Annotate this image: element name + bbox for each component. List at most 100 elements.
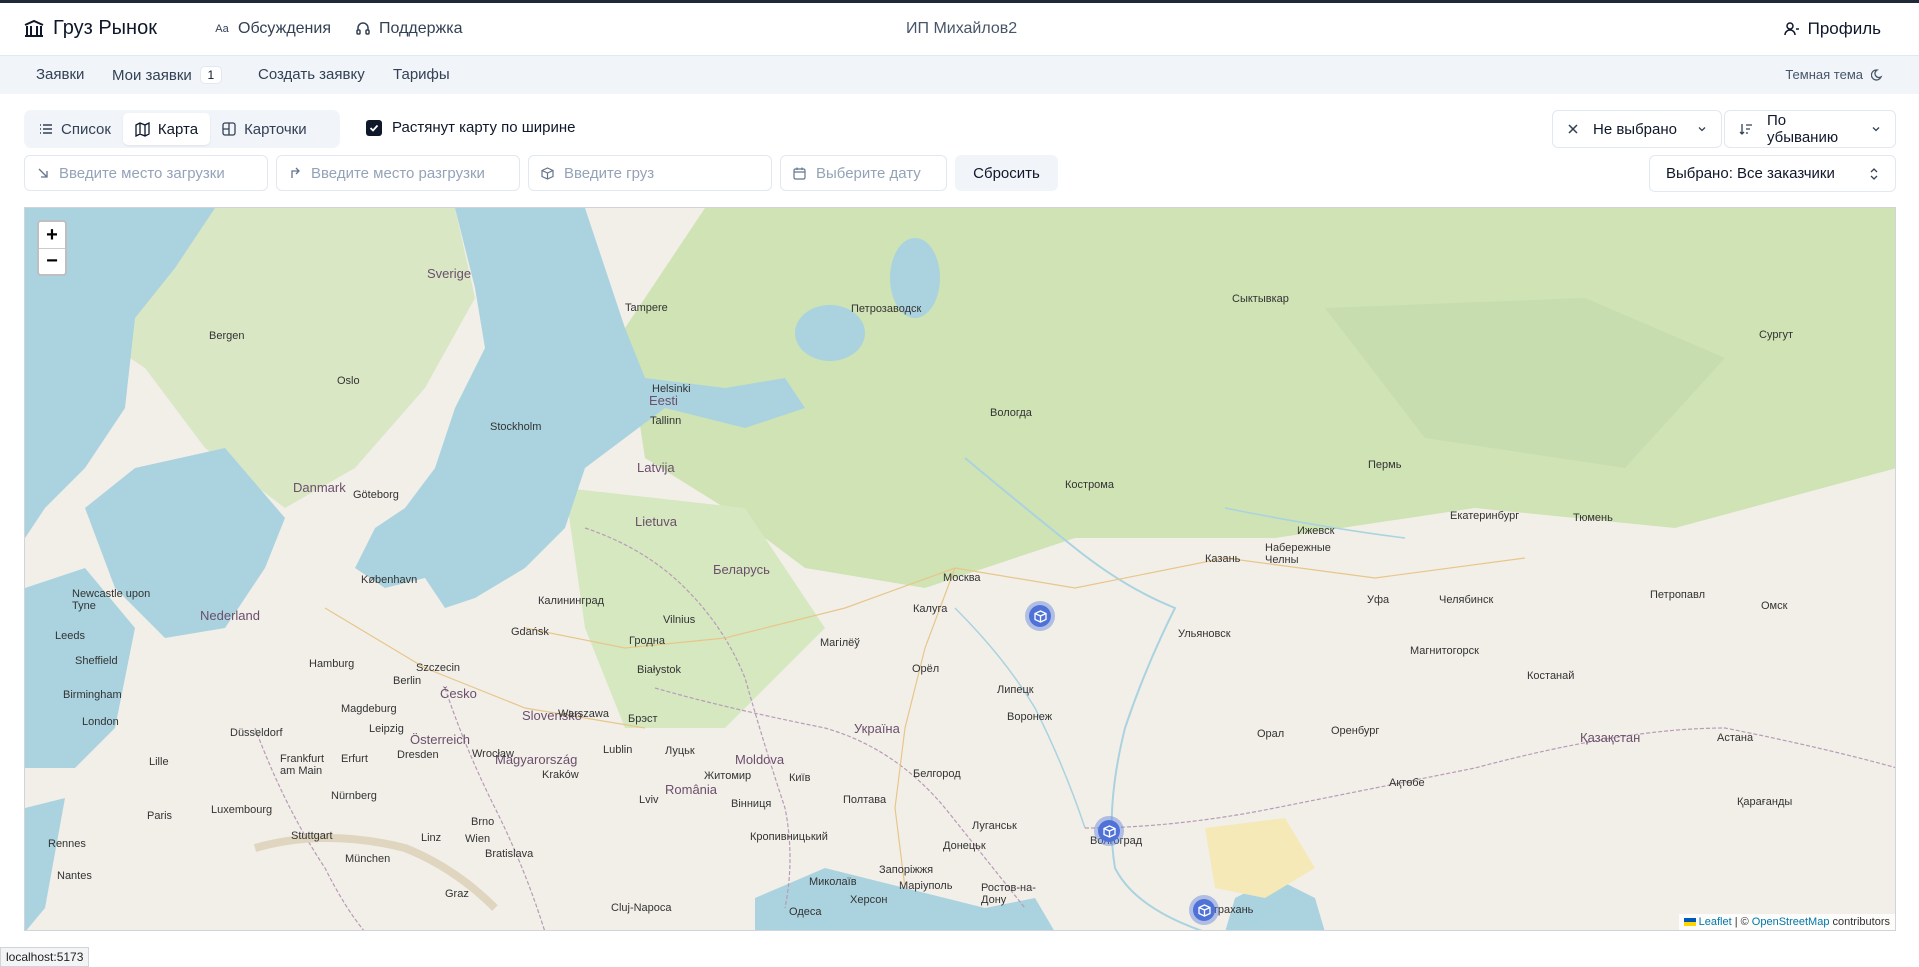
subnav-create-request[interactable]: Создать заявку [258,66,365,83]
loading-place-field[interactable] [24,155,268,191]
map-city-kobenhavn: København [361,574,418,586]
my-requests-count-badge: 1 [199,66,222,84]
sort-order-select[interactable]: По убыванию [1724,110,1896,148]
cargo-input[interactable] [564,164,771,182]
map-city-magdeburg: Magdeburg [341,703,397,715]
close-icon[interactable] [1567,123,1579,135]
unloading-place-input[interactable] [311,164,519,182]
map-label-romania: România [665,782,718,797]
map-label-estonia: Eesti [649,393,678,408]
map-city-stockholm: Stockholm [490,421,542,433]
map-city-zaporizhzhia: Запоріжжя [879,864,934,876]
nav-support[interactable]: Поддержка [355,20,462,38]
map-city-kostroma: Кострома [1065,479,1114,491]
chevron-down-icon [1698,127,1706,132]
cargo-marker-inner [1098,820,1120,842]
subnav-my-requests-label: Мои заявки [112,67,192,84]
cargo-field[interactable] [528,155,772,191]
map-city-newcastle: Newcastle upon Tyne [72,588,151,612]
map-city-mogilev: Мaгілёў [820,637,860,649]
loading-place-input[interactable] [59,164,267,182]
tab-cards[interactable]: Карточки [210,113,319,145]
customers-select[interactable]: Выбрано: Все заказчики [1649,155,1896,192]
map-city-ekaterinburg: Екатеринбург [1450,510,1520,522]
map-city-bergen: Bergen [209,330,245,342]
cargo-marker-inner [1193,899,1215,921]
map-city-omsk: Омск [1761,600,1788,612]
zoom-out-button[interactable]: − [39,248,65,274]
map-city-bratislava: Bratislava [485,848,534,860]
map-city-izhevsk: Ижевск [1297,525,1335,537]
status-bar-url: localhost:5173 [0,947,90,967]
map-city-ulyanovsk: Ульяновск [1178,628,1231,640]
map-label-belarus: Беларусь [713,562,770,577]
map-city-linz: Linz [421,832,442,844]
map-city-donetsk: Донецьк [943,840,986,852]
map-city-zhytomyr: Житомир [704,770,752,782]
map-label-ukraine: Україна [854,721,900,736]
map-city-orel: Орёл [912,663,940,675]
cards-icon [222,122,236,136]
sort-field-select[interactable]: Не выбрано [1552,110,1722,148]
tab-list[interactable]: Список [27,113,123,145]
map-city-szczecin: Szczecin [416,662,461,674]
profile-label: Профиль [1807,19,1881,38]
map-city-moskva: Москва [943,572,981,584]
map-city-brest: Брэст [628,713,658,725]
theme-label: Темная тема [1785,67,1863,82]
truck-logo-icon [24,19,44,37]
cargo-marker[interactable] [1094,816,1124,846]
date-picker[interactable]: Выберите дату [780,155,947,191]
subnav-my-requests[interactable]: Мои заявки 1 [112,66,222,84]
app-header: Груз Рынок Aa Обсуждения Поддержка ИП Ми… [0,3,1919,55]
map-city-warszawa: Warszawa [558,708,609,720]
check-icon [369,124,379,132]
map-city-goteborg: Göteborg [353,489,399,501]
map-tiles[interactable] [25,208,1896,931]
cargo-marker[interactable] [1025,601,1055,631]
checkbox-checked[interactable] [366,119,382,136]
reset-button[interactable]: Сбросить [955,155,1058,191]
text-aa-icon: Aa [215,23,229,35]
map-city-kherson: Херсон [850,894,888,906]
package-icon [541,166,554,180]
zoom-in-button[interactable]: + [39,222,65,248]
arrow-up-right-icon [291,167,300,178]
map-city-london: London [82,716,119,728]
profile-link[interactable]: Профиль [1783,19,1881,39]
date-placeholder: Выберите дату [816,164,921,182]
map-city-helsinki: Helsinki [652,383,691,395]
map-city-erfurt: Erfurt [341,753,368,765]
attribution-separator: | © [1734,916,1749,928]
subnav-requests[interactable]: Заявки [36,66,84,83]
map-city-rennes: Rennes [48,838,86,850]
map-label-austria: Österreich [410,732,470,747]
brand[interactable]: Груз Рынок [23,17,157,40]
map-city-karaganda: Қарағанды [1737,796,1793,808]
map-city-dusseldorf: Düsseldorf [230,727,283,739]
theme-toggle[interactable]: Темная тема [1785,67,1885,82]
map-city-kaluga: Калуга [913,603,948,615]
chevrons-up-down-icon [1870,167,1878,180]
map-city-ufa: Уфа [1367,594,1390,606]
osm-link[interactable]: OpenStreetMap [1752,916,1830,928]
map-label-czechia: Česko [440,686,477,701]
tab-map[interactable]: Карта [122,113,211,145]
cargo-map[interactable]: Sverige Eesti Latvija Lietuva Беларусь У… [24,207,1896,931]
cargo-marker-inner [1029,605,1051,627]
unloading-place-field[interactable] [276,155,520,191]
leaflet-link[interactable]: Leaflet [1699,916,1732,928]
subnav-tariffs[interactable]: Тарифы [393,66,450,83]
sub-navigation: Заявки Мои заявки 1 Создать заявку Тарифы… [0,55,1919,94]
map-city-vilnius: Vilnius [663,614,696,626]
map-city-nantes: Nantes [57,870,92,882]
map-city-vinnytsia: Вінниця [731,798,772,810]
nav-discussions[interactable]: Aa Обсуждения [214,20,331,38]
cargo-marker[interactable] [1189,895,1219,925]
stretch-map-checkbox[interactable]: Растянут карту по ширине [366,119,576,136]
map-city-paris: Paris [147,810,173,822]
map-city-mykolaiv: Миколаїв [809,876,857,888]
map-city-tyumen: Тюмень [1573,512,1613,524]
map-city-kazan: Казань [1205,553,1241,565]
map-city-oral: Орал [1257,728,1285,740]
